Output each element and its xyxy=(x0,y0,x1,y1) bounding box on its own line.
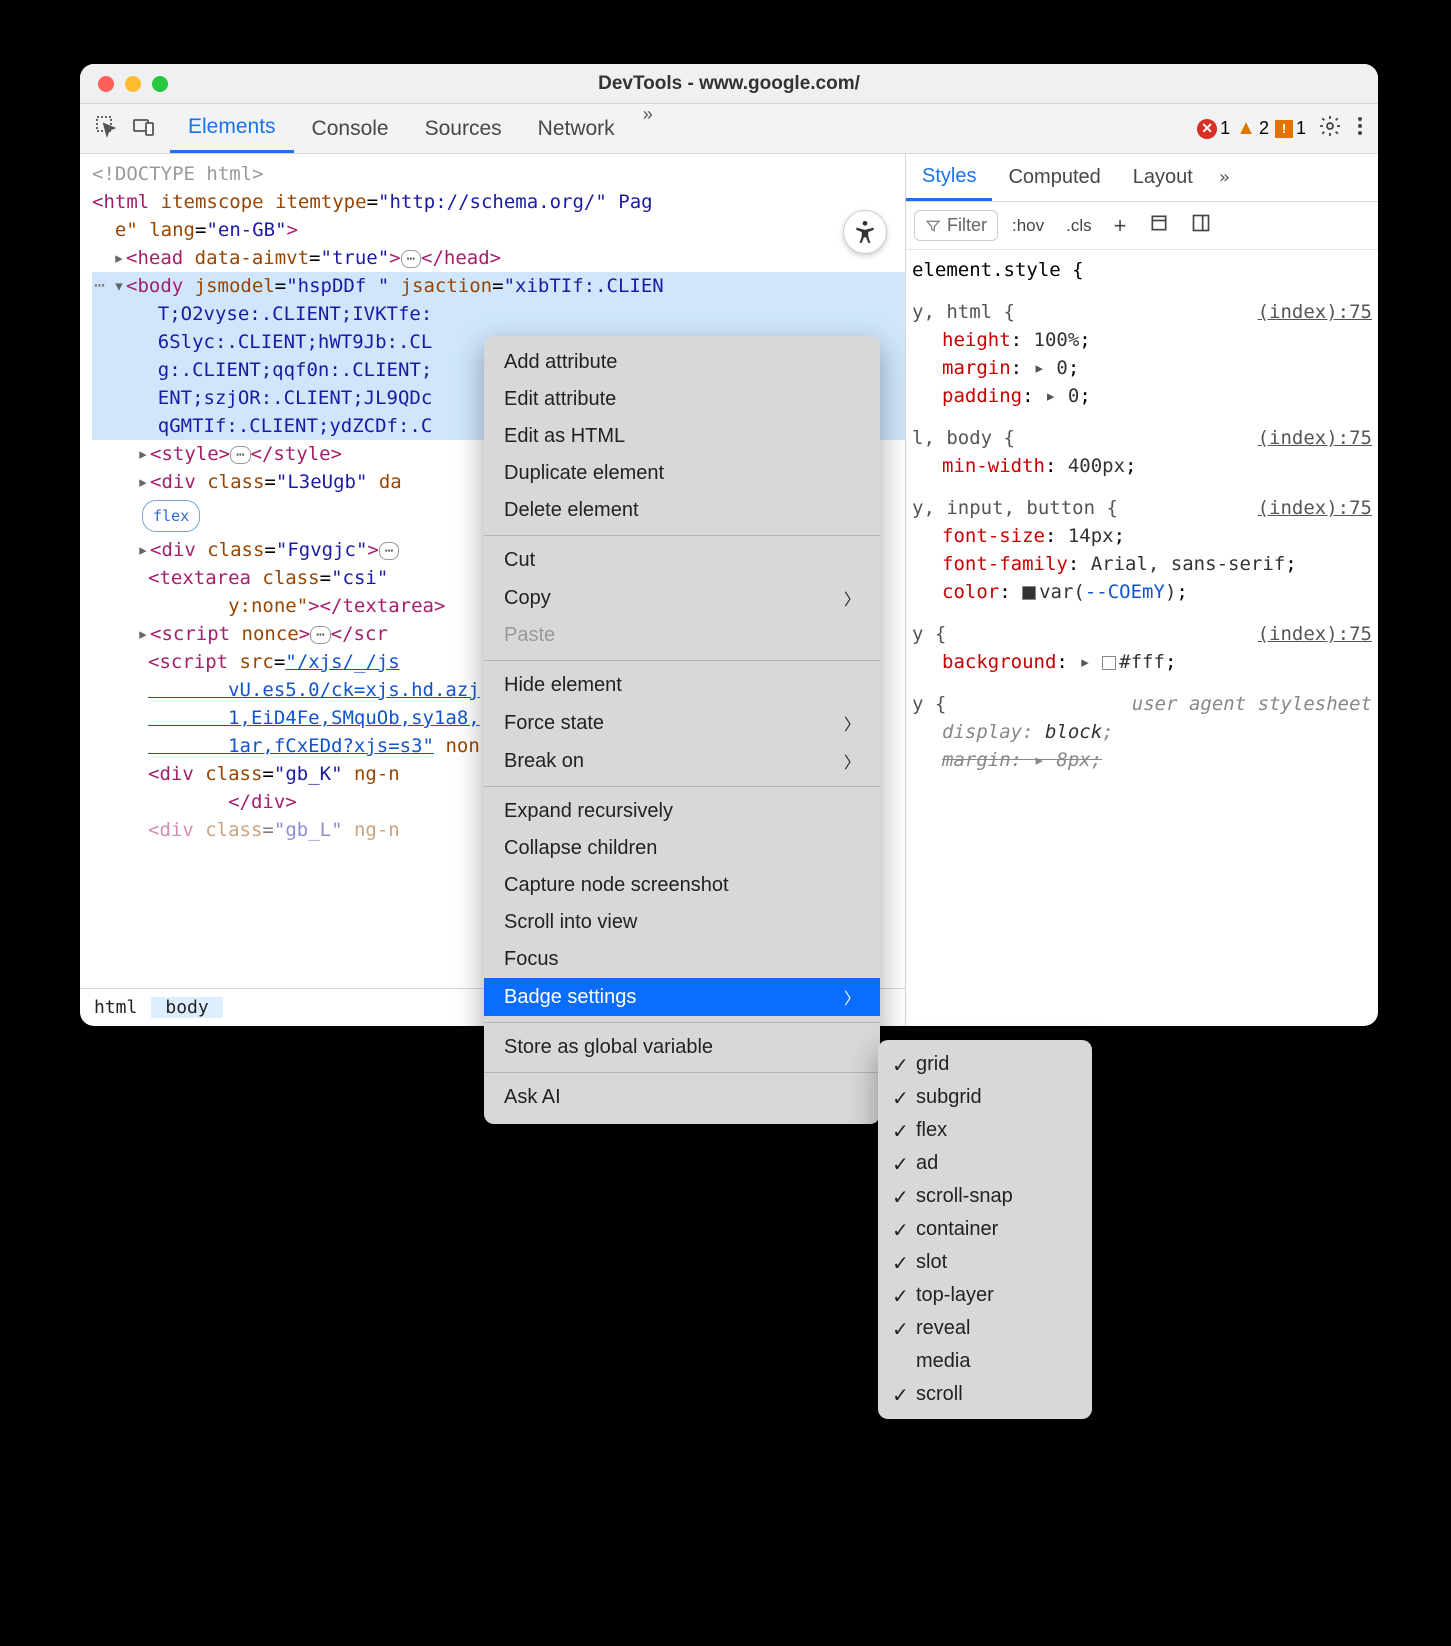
ctx-scroll-into-view[interactable]: Scroll into view xyxy=(484,904,880,941)
context-menu: Add attribute Edit attribute Edit as HTM… xyxy=(484,336,880,1124)
badge-settings-submenu: grid subgrid flex ad scroll-snap contain… xyxy=(878,1040,1092,1419)
panel-tabs: Elements Console Sources Network » xyxy=(170,104,663,153)
ctx-edit-attribute[interactable]: Edit attribute xyxy=(484,381,880,418)
ctx-break-on[interactable]: Break on〉 xyxy=(484,742,880,780)
sidebar-tab-layout[interactable]: Layout xyxy=(1117,154,1209,201)
chevron-right-icon: 〉 xyxy=(844,586,860,610)
ctx-edit-as-html[interactable]: Edit as HTML xyxy=(484,418,880,455)
styles-sidebar: Styles Computed Layout » Filter :hov .cl… xyxy=(906,154,1378,1026)
info-icon: ! xyxy=(1275,120,1293,138)
tab-network[interactable]: Network xyxy=(520,104,633,153)
device-toggle-icon[interactable] xyxy=(132,114,156,143)
ctx-expand-recursively[interactable]: Expand recursively xyxy=(484,793,880,830)
close-icon[interactable] xyxy=(98,76,114,92)
filter-input[interactable]: Filter xyxy=(914,210,998,241)
head-node[interactable]: ▸<head data-aimvt="true">⋯</head> xyxy=(92,244,905,272)
ctx-force-state[interactable]: Force state〉 xyxy=(484,704,880,742)
doctype-node[interactable]: <!DOCTYPE html> xyxy=(92,160,905,188)
more-sidebar-tabs-icon[interactable]: » xyxy=(1209,167,1240,188)
badge-media[interactable]: media xyxy=(878,1345,1092,1378)
rule-ua[interactable]: y {user agent stylesheet display: block;… xyxy=(912,690,1372,774)
main-toolbar: Elements Console Sources Network » ✕1 ▲2… xyxy=(80,104,1378,154)
ctx-capture-screenshot[interactable]: Capture node screenshot xyxy=(484,867,880,904)
badge-reveal[interactable]: reveal xyxy=(878,1312,1092,1345)
cls-toggle[interactable]: .cls xyxy=(1058,216,1100,236)
ctx-paste: Paste xyxy=(484,617,880,654)
html-node[interactable]: <html itemscope itemtype="http://schema.… xyxy=(92,188,905,244)
ctx-store-global[interactable]: Store as global variable xyxy=(484,1029,880,1066)
rule-background[interactable]: y {(index):75 background: #fff; xyxy=(912,620,1372,676)
settings-icon[interactable] xyxy=(1318,114,1342,143)
badge-container[interactable]: container xyxy=(878,1213,1092,1246)
tab-console[interactable]: Console xyxy=(294,104,407,153)
badge-slot[interactable]: slot xyxy=(878,1246,1092,1279)
tab-elements[interactable]: Elements xyxy=(170,104,294,153)
chevron-right-icon: 〉 xyxy=(844,749,860,773)
ctx-ask-ai[interactable]: Ask AI xyxy=(484,1079,880,1116)
badge-grid[interactable]: grid xyxy=(878,1048,1092,1081)
ctx-hide-element[interactable]: Hide element xyxy=(484,667,880,704)
accessibility-icon[interactable] xyxy=(843,210,887,254)
traffic-lights xyxy=(98,76,168,92)
rule-element-style[interactable]: element.style { xyxy=(912,256,1372,284)
window-title: DevTools - www.google.com/ xyxy=(80,73,1378,95)
badge-top-layer[interactable]: top-layer xyxy=(878,1279,1092,1312)
badge-subgrid[interactable]: subgrid xyxy=(878,1081,1092,1114)
badge-scroll[interactable]: scroll xyxy=(878,1378,1092,1411)
warning-icon: ▲ xyxy=(1236,117,1256,140)
ctx-duplicate-element[interactable]: Duplicate element xyxy=(484,455,880,492)
more-tabs-icon[interactable]: » xyxy=(633,104,663,153)
badge-flex[interactable]: flex xyxy=(878,1114,1092,1147)
ctx-focus[interactable]: Focus xyxy=(484,941,880,978)
issues-counter[interactable]: ✕1 ▲2 !1 xyxy=(1197,117,1306,140)
sidebar-tab-computed[interactable]: Computed xyxy=(992,154,1116,201)
sidebar-tab-styles[interactable]: Styles xyxy=(906,154,992,201)
rule-html[interactable]: y, html {(index):75 height: 100%; margin… xyxy=(912,298,1372,410)
crumb-html[interactable]: html xyxy=(80,997,151,1018)
rendering-icon[interactable] xyxy=(1183,213,1219,238)
titlebar: DevTools - www.google.com/ xyxy=(80,64,1378,104)
kebab-icon[interactable] xyxy=(1356,114,1364,143)
tab-sources[interactable]: Sources xyxy=(407,104,520,153)
error-icon: ✕ xyxy=(1197,119,1217,139)
ctx-badge-settings[interactable]: Badge settings〉 xyxy=(484,978,880,1016)
flex-badge[interactable]: flex xyxy=(142,500,200,532)
chevron-right-icon: 〉 xyxy=(844,985,860,1009)
ctx-delete-element[interactable]: Delete element xyxy=(484,492,880,529)
ctx-cut[interactable]: Cut xyxy=(484,542,880,579)
badge-ad[interactable]: ad xyxy=(878,1147,1092,1180)
zoom-icon[interactable] xyxy=(152,76,168,92)
ctx-copy[interactable]: Copy〉 xyxy=(484,579,880,617)
ctx-collapse-children[interactable]: Collapse children xyxy=(484,830,880,867)
crumb-body[interactable]: body xyxy=(151,997,222,1018)
badge-scroll-snap[interactable]: scroll-snap xyxy=(878,1180,1092,1213)
new-rule-icon[interactable]: + xyxy=(1106,213,1135,239)
hov-toggle[interactable]: :hov xyxy=(1004,216,1052,236)
minimize-icon[interactable] xyxy=(125,76,141,92)
computed-styles-icon[interactable] xyxy=(1141,213,1177,238)
chevron-right-icon: 〉 xyxy=(844,711,860,735)
inspect-icon[interactable] xyxy=(94,114,118,143)
rule-input-button[interactable]: y, input, button {(index):75 font-size: … xyxy=(912,494,1372,606)
rule-body-minwidth[interactable]: l, body {(index):75 min-width: 400px; xyxy=(912,424,1372,480)
ctx-add-attribute[interactable]: Add attribute xyxy=(484,344,880,381)
